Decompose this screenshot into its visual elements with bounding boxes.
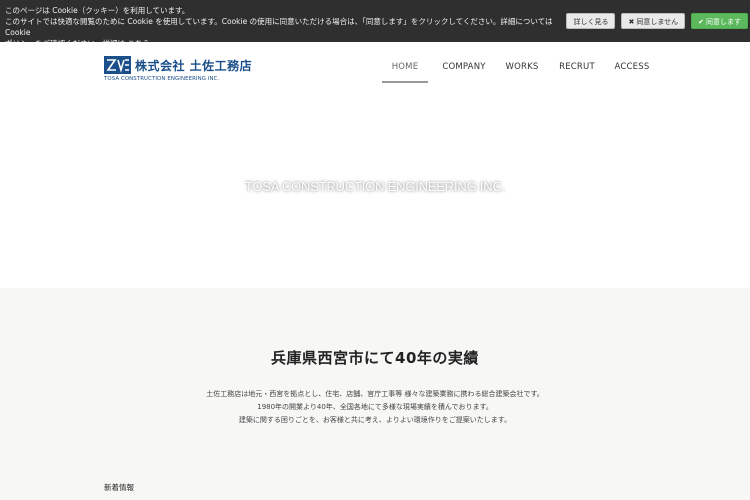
cookie-details-button[interactable]: 詳しく見る bbox=[566, 13, 616, 29]
cookie-line-2: このサイトでは快適な閲覧のために Cookie を使用しています。Cookie … bbox=[5, 17, 553, 37]
intro-line-3: 建築に関する困りごとを、お客様と共に考え、よりよい環境作りをご提案いたします。 bbox=[238, 416, 512, 424]
cookie-decline-button[interactable]: ✖ 同意しません bbox=[621, 13, 686, 29]
cookie-decline-label: 同意しません bbox=[636, 18, 679, 26]
news-section-label: 新着情報 bbox=[104, 483, 134, 492]
nav-item-recruit[interactable]: RECRUT bbox=[554, 56, 600, 83]
nav-item-company[interactable]: COMPANY bbox=[436, 56, 492, 83]
nav-item-access[interactable]: ACCESS bbox=[612, 56, 652, 83]
logo-mark-icon bbox=[104, 56, 131, 74]
cookie-consent-bar: このページは Cookie（クッキー）を利用しています。 このサイトでは快適な閲… bbox=[0, 0, 750, 48]
intro-section: 兵庫県西宮市にて40年の実績 土佐工務店は地元・西宮を拠点とし、住宅、店舗、官庁… bbox=[0, 288, 750, 500]
hero-title: TOSA CONSTRUCTION ENGINEERING INC. bbox=[244, 179, 506, 194]
x-icon: ✖ bbox=[628, 18, 635, 26]
cookie-details-label: 詳しく見る bbox=[573, 18, 609, 26]
cookie-accept-label: 同意します bbox=[706, 18, 741, 26]
cookie-buttons: 詳しく見る ✖ 同意しません ✔ 同意します bbox=[566, 13, 748, 29]
check-icon: ✔ bbox=[698, 18, 704, 26]
nav-item-works[interactable]: WORKS bbox=[502, 56, 542, 83]
site-header: 株式会社 土佐工務店 TOSA CONSTRUCTION ENGINEERING… bbox=[0, 42, 750, 92]
logo-english-name: TOSA CONSTRUCTION ENGINEERING INC. bbox=[104, 76, 220, 82]
cookie-accept-button[interactable]: ✔ 同意します bbox=[691, 13, 748, 29]
site-logo[interactable]: 株式会社 土佐工務店 TOSA CONSTRUCTION ENGINEERING… bbox=[104, 56, 252, 84]
intro-heading: 兵庫県西宮市にて40年の実績 bbox=[271, 349, 479, 367]
intro-description: 土佐工務店は地元・西宮を拠点とし、住宅、店舗、官庁工事等 様々な建築業務に携わる… bbox=[0, 388, 750, 427]
intro-line-2: 1980年の開業より40年、全国各地にて多様な現場実績を積んでおります。 bbox=[257, 403, 493, 411]
hero-section: TOSA CONSTRUCTION ENGINEERING INC. bbox=[0, 92, 750, 288]
intro-line-1: 土佐工務店は地元・西宮を拠点とし、住宅、店舗、官庁工事等 様々な建築業務に携わる… bbox=[206, 390, 544, 398]
logo-japanese-name: 株式会社 土佐工務店 bbox=[135, 59, 253, 73]
main-nav: HOME COMPANY WORKS RECRUT ACCESS bbox=[382, 56, 652, 83]
nav-item-home[interactable]: HOME bbox=[382, 56, 428, 83]
cookie-line-1: このページは Cookie（クッキー）を利用しています。 bbox=[5, 6, 190, 15]
